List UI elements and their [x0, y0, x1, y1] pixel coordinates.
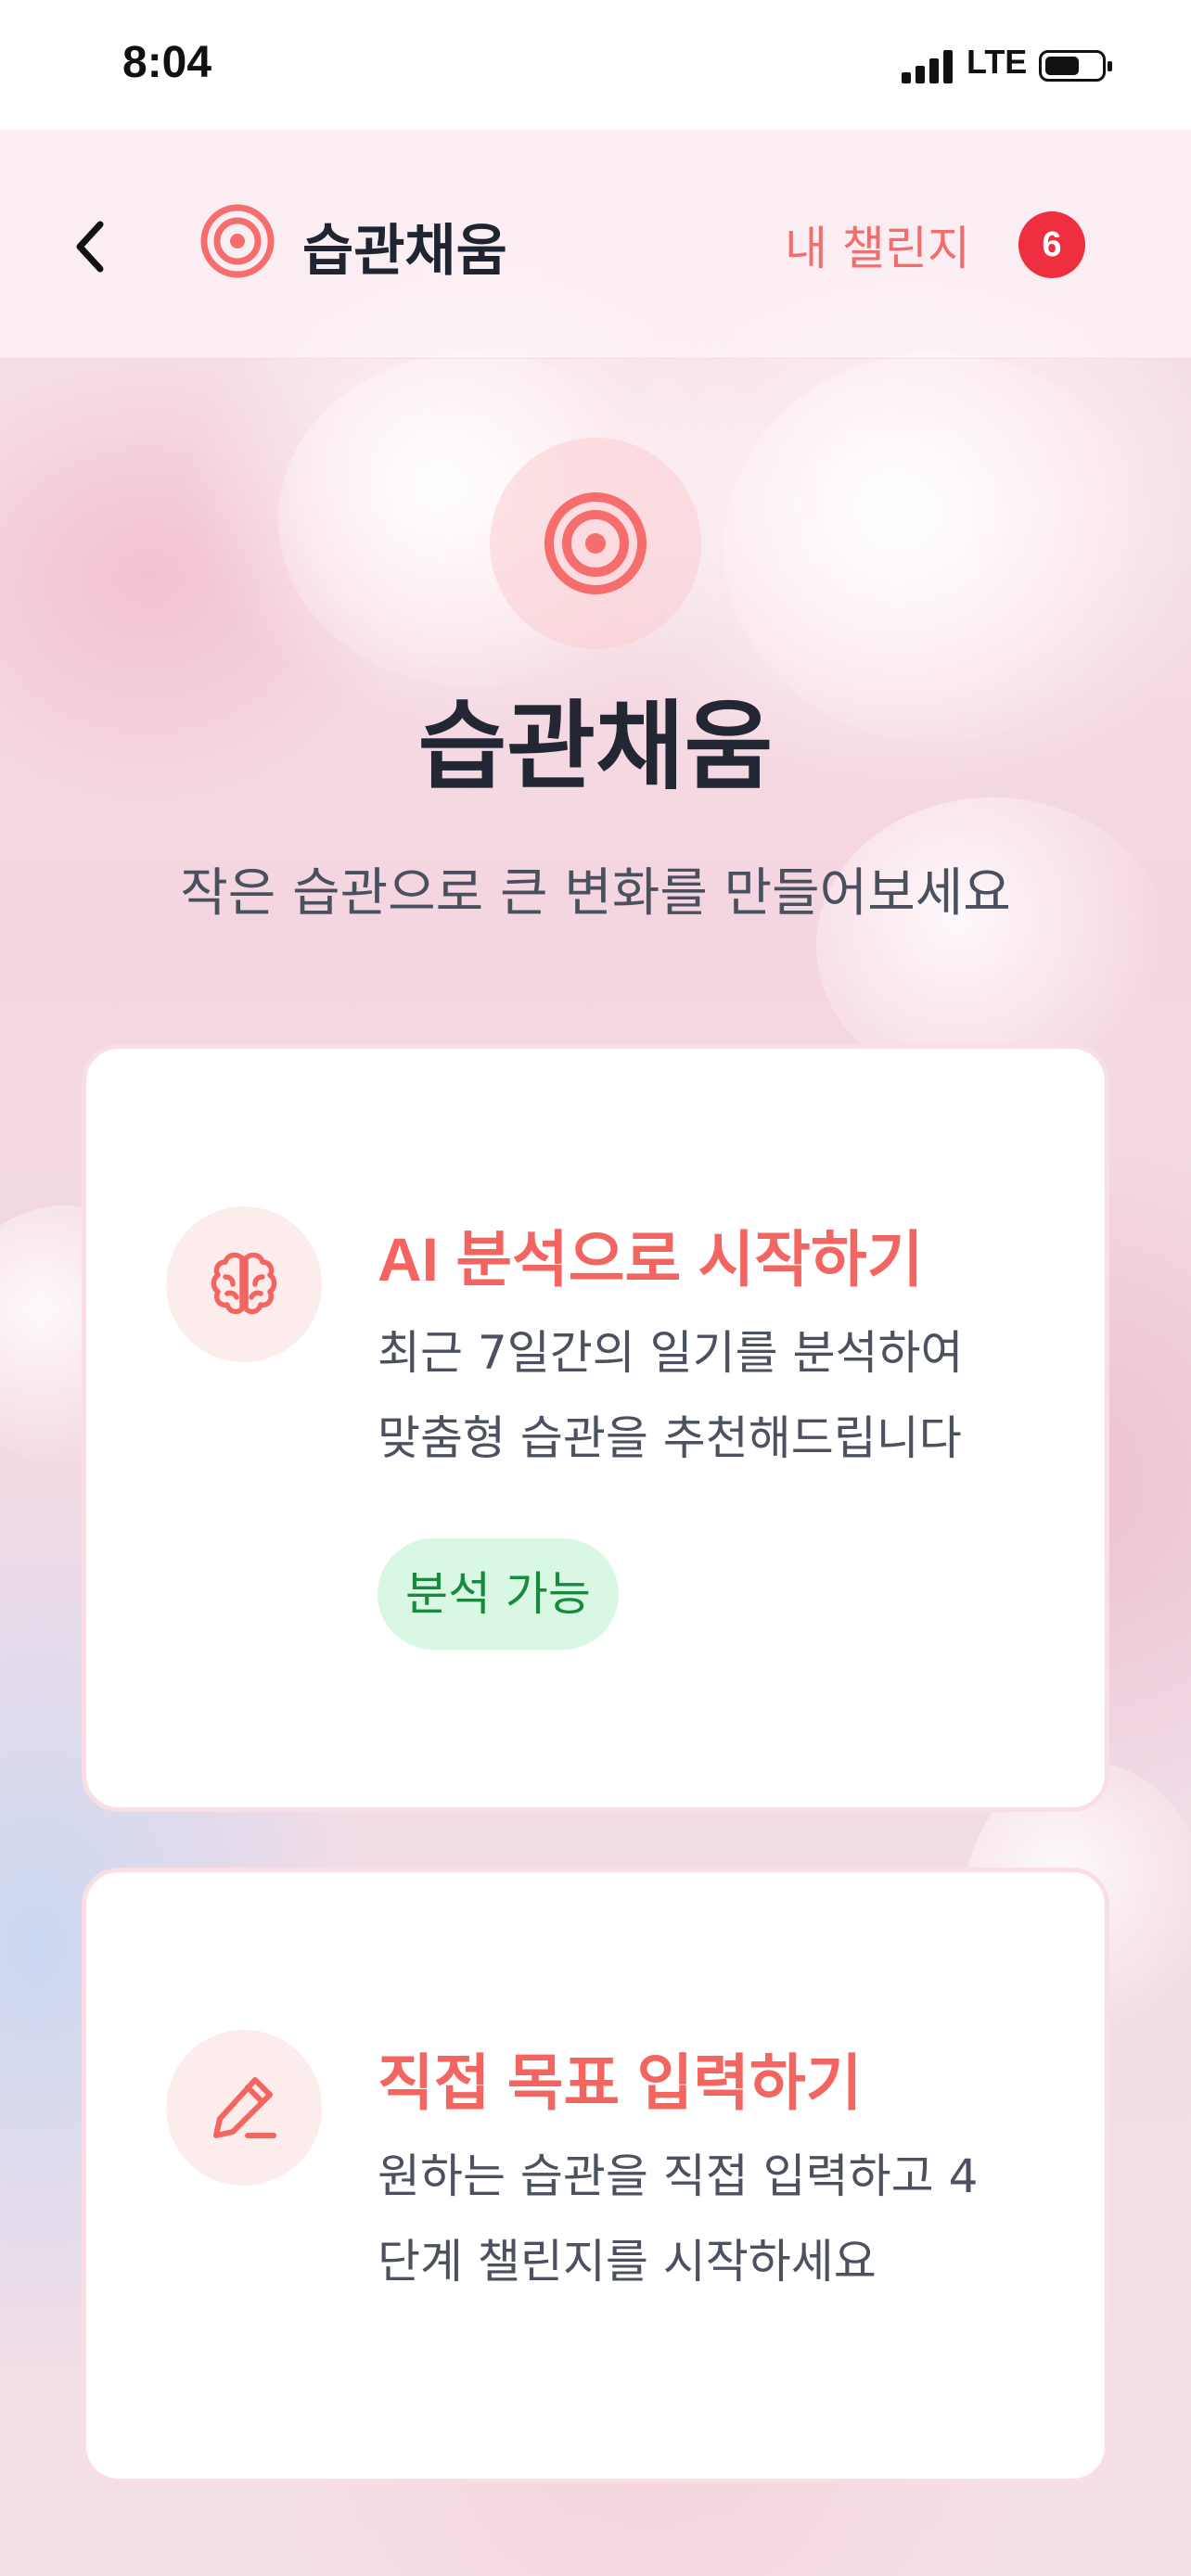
- brain-icon-circle: [166, 1206, 322, 1362]
- target-icon: [200, 204, 275, 278]
- ai-card-title: AI 분석으로 시작하기: [378, 1225, 924, 1294]
- hero-subtitle: 작은 습관으로 큰 변화를 만들어보세요: [180, 863, 1011, 924]
- app-header: 습관채움 내 챌린지 6: [0, 130, 1191, 359]
- network-label: LTE: [967, 43, 1028, 81]
- ai-analysis-card[interactable]: AI 분석으로 시작하기 최근 7일간의 일기를 분석하여 맞춤형 습관을 추천…: [82, 1044, 1109, 1812]
- status-bar: 8:04 LTE: [0, 0, 1191, 130]
- pencil-icon: [213, 2077, 276, 2138]
- analysis-available-badge: 분석 가능: [378, 1538, 619, 1650]
- manual-card-description-1: 원하는 습관을 직접 입력하고 4: [378, 2149, 979, 2203]
- ai-card-description-2: 맞춤형 습관을 추천해드립니다: [378, 1411, 962, 1465]
- ai-card-description-1: 최근 7일간의 일기를 분석하여: [378, 1326, 964, 1380]
- target-icon: [544, 492, 647, 594]
- battery-icon: [1039, 50, 1112, 82]
- header-title: 습관채움: [302, 220, 507, 282]
- manual-card-title: 직접 목표 입력하기: [378, 2048, 863, 2117]
- challenge-count-badge[interactable]: 6: [1018, 211, 1085, 278]
- chevron-left-icon[interactable]: [70, 213, 115, 280]
- pencil-icon-circle: [166, 2030, 322, 2186]
- manual-goal-card[interactable]: 직접 목표 입력하기 원하는 습관을 직접 입력하고 4 단계 챌린지를 시작하…: [82, 1868, 1109, 2483]
- hero-title: 습관채움: [417, 694, 774, 801]
- signal-icon: [902, 50, 957, 83]
- my-challenge-link[interactable]: 내 챌린지: [785, 211, 970, 278]
- status-time: 8:04: [122, 38, 212, 87]
- manual-card-description-2: 단계 챌린지를 시작하세요: [378, 2235, 877, 2289]
- brain-icon: [211, 1252, 277, 1315]
